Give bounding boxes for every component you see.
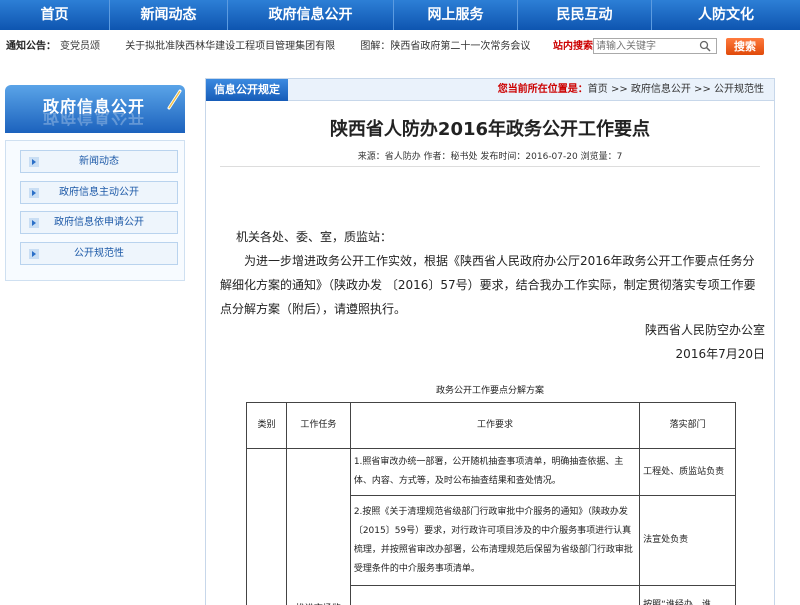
nav-news[interactable]: 新闻动态	[110, 0, 228, 30]
notice-label: 通知公告：	[6, 41, 56, 52]
task-table: 类别 工作任务 工作要求 落实部门 一、 推进市场监 1.照省审改办统一部署，公…	[246, 402, 736, 605]
sidebar-item-label: 公开规范性	[74, 248, 124, 259]
table-cell: 工程处、质监站负责	[639, 448, 736, 496]
table-header: 工作任务	[285, 402, 351, 449]
table-cell	[349, 585, 641, 605]
pencil-icon	[167, 89, 182, 110]
table-caption: 政务公开工作要点分解方案	[435, 386, 544, 396]
nav-gov-info[interactable]: 政府信息公开	[228, 0, 394, 30]
arrow-right-icon	[29, 218, 39, 228]
signature: 陕西省人民防空办公室	[644, 323, 765, 337]
article-meta: 来源：省人防办 作者：秘书处 发布时间：2016-07-20 浏览量：7	[357, 152, 623, 162]
table-cell: 2.按照《关于清理规范省级部门行政审批中介服务的通知》（陕政办发〔2015〕59…	[349, 495, 641, 586]
article-date: 2016年7月20日	[675, 347, 765, 361]
top-nav: 首页 新闻动态 政府信息公开 网上服务 民民互动 人防文化	[0, 0, 800, 30]
sidebar-item-standards[interactable]: 公开规范性	[20, 242, 178, 265]
sidebar-menu: 新闻动态 政府信息主动公开 政府信息依申请公开 公开规范性	[5, 140, 185, 281]
content-header: 信息公开规定 您当前所在位置是：首页 >> 政府信息公开 >> 公开规范性	[206, 79, 774, 101]
sidebar-item-active-disclosure[interactable]: 政府信息主动公开	[20, 181, 178, 204]
breadcrumb-path[interactable]: 首页 >> 政府信息公开 >> 公开规范性	[588, 84, 764, 95]
table-cell-task: 推进市场监	[285, 448, 351, 605]
arrow-right-icon	[29, 188, 39, 198]
content-tab[interactable]: 信息公开规定	[206, 79, 288, 101]
table-cell: 1.照省审改办统一部署，公开随机抽查事项清单，明确抽查依据、主体、内容、方式等，…	[349, 448, 641, 496]
salutation: 机关各处、委、室，质监站：	[236, 230, 393, 244]
table-header: 工作要求	[349, 402, 641, 449]
table-header: 类别	[246, 402, 287, 449]
breadcrumb: 您当前所在位置是：首页 >> 政府信息公开 >> 公开规范性	[498, 79, 764, 101]
arrow-right-icon	[29, 157, 39, 167]
sidebar-title-reflection: 政府信息公开	[43, 113, 146, 127]
notice-item[interactable]: 图解：陕西省政府第二十一次常务会议	[360, 41, 530, 52]
arrow-right-icon	[29, 249, 39, 259]
table-row: 一、 推进市场监 1.照省审改办统一部署，公开随机抽查事项清单，明确抽查依据、主…	[246, 448, 736, 605]
sidebar-item-label: 政府信息主动公开	[59, 187, 139, 198]
notice-item[interactable]: 变党员颂	[60, 41, 100, 52]
notice-marquee: 变党员颂 关于拟批准陕西林华建设工程项目管理集团有限 图解：陕西省政府第二十一次…	[60, 36, 538, 58]
notice-item[interactable]: 关于拟批准陕西林华建设工程项目管理集团有限	[125, 41, 335, 52]
content-panel: 信息公开规定 您当前所在位置是：首页 >> 政府信息公开 >> 公开规范性 陕西…	[205, 78, 775, 605]
nav-culture[interactable]: 人防文化	[652, 0, 800, 30]
search-button[interactable]: 搜索	[726, 38, 764, 55]
table-header-row: 类别 工作任务 工作要求 落实部门	[246, 402, 736, 449]
article-paragraph: 为进一步增进政务公开工作实效，根据《陕西省人民政府办公厅2016年政务公开工作要…	[220, 254, 756, 316]
sidebar-header: 政府信息公开 政府信息公开	[5, 85, 185, 133]
table-header: 落实部门	[639, 402, 736, 449]
divider	[220, 166, 760, 167]
nav-interaction[interactable]: 民民互动	[518, 0, 652, 30]
breadcrumb-label: 您当前所在位置是：	[497, 84, 588, 95]
sidebar-item-label: 政府信息依申请公开	[54, 217, 144, 228]
notice-bar: 通知公告： 变党员颂 关于拟批准陕西林华建设工程项目管理集团有限 图解：陕西省政…	[0, 36, 800, 58]
search-icon[interactable]	[699, 40, 711, 52]
table-cell-category: 一、	[246, 448, 287, 605]
sidebar-item-request-disclosure[interactable]: 政府信息依申请公开	[20, 211, 178, 234]
nav-home[interactable]: 首页	[0, 0, 110, 30]
table-cell: 法宣处负责	[639, 495, 736, 586]
sidebar-item-news[interactable]: 新闻动态	[20, 150, 178, 173]
sidebar-item-label: 新闻动态	[79, 156, 119, 167]
table-cell: 按照“谁经办、谁	[639, 585, 736, 605]
nav-online-service[interactable]: 网上服务	[394, 0, 518, 30]
article-title: 陕西省人防办2016年政务公开工作要点	[329, 119, 651, 140]
